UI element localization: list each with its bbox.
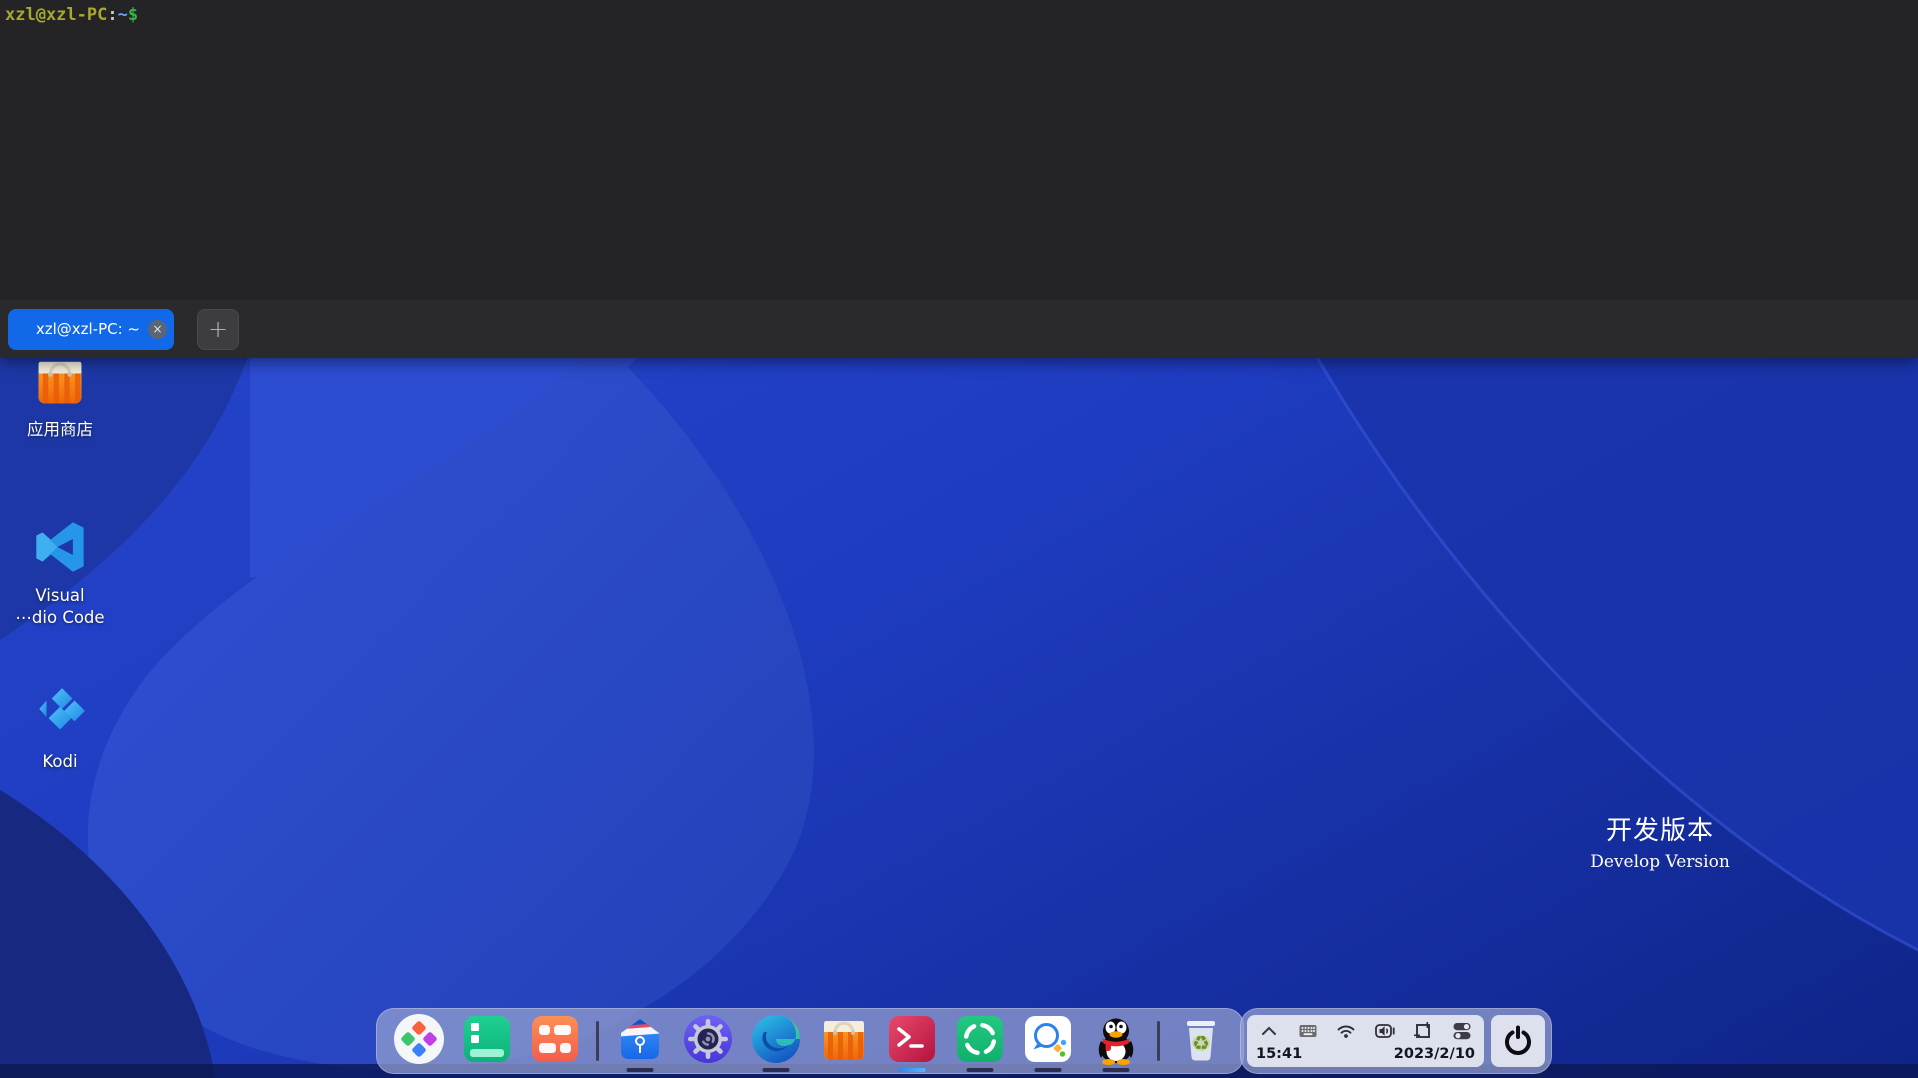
develop-version-subtitle: Develop Version xyxy=(1586,852,1734,872)
desktop-icon-label: 应用商店 xyxy=(27,419,93,440)
desktop-icon-label-line2: ⋯dio Code xyxy=(15,607,104,628)
terminal-tab[interactable]: xzl@xzl-PC: ~ × xyxy=(8,309,174,350)
tab-close-icon[interactable]: × xyxy=(148,320,167,339)
recycle-glyph: ♻ xyxy=(1192,1031,1210,1055)
desktop-icon-label: Kodi xyxy=(42,751,77,772)
qq-icon xyxy=(1089,1012,1143,1066)
tray-date: 2023/2/10 xyxy=(1394,1046,1475,1062)
power-button[interactable] xyxy=(1491,1015,1545,1067)
dock-item-edge-browser[interactable] xyxy=(749,1009,803,1073)
desktop-icon-vscode[interactable]: Visual ⋯dio Code xyxy=(0,518,120,628)
tray-time: 15:41 xyxy=(1256,1046,1302,1062)
develop-version-title: 开发版本 xyxy=(1586,810,1734,847)
develop-version-badge: 开发版本 Develop Version xyxy=(1586,810,1734,872)
running-indicator xyxy=(967,1068,994,1072)
running-indicator xyxy=(1035,1068,1062,1072)
system-switches-icon[interactable] xyxy=(1451,1020,1473,1042)
dock-item-control-center[interactable] xyxy=(681,1009,735,1073)
prompt-path: ~ xyxy=(118,5,128,25)
dock-item-app-updater[interactable] xyxy=(953,1009,1007,1073)
kodi-icon xyxy=(32,686,88,742)
dock-separator xyxy=(596,1021,599,1061)
vscode-icon xyxy=(31,518,89,576)
power-icon xyxy=(1500,1023,1536,1059)
terminal-tab-label: xzl@xzl-PC: ~ xyxy=(36,320,140,338)
trash-icon: ♻ xyxy=(1174,1012,1228,1066)
dock-separator xyxy=(1157,1021,1160,1061)
new-tab-button[interactable]: + xyxy=(197,309,239,350)
running-indicator xyxy=(763,1068,790,1072)
desktop-icon-kodi[interactable]: Kodi xyxy=(0,686,120,772)
dock-item-multitasking-view[interactable] xyxy=(460,1009,514,1073)
system-tray-panel: 15:41 2023/2/10 xyxy=(1247,1015,1484,1067)
terminal-dock-icon xyxy=(885,1012,939,1066)
wecom-icon xyxy=(1021,1012,1075,1066)
dock-item-launcher[interactable] xyxy=(392,1009,446,1073)
prompt-separator: : xyxy=(107,5,117,25)
dock-item-file-manager[interactable] xyxy=(613,1009,667,1073)
app-updater-icon xyxy=(953,1012,1007,1066)
terminal-window: xzl@xzl-PC:~$ xzl@xzl-PC: ~ × + xyxy=(0,0,1918,358)
collapse-arrow-icon[interactable] xyxy=(1258,1020,1280,1042)
running-indicator xyxy=(627,1068,654,1072)
app-store-icon xyxy=(31,352,89,410)
active-indicator xyxy=(899,1068,926,1072)
terminal-tab-bar: xzl@xzl-PC: ~ × + xyxy=(0,300,1918,358)
window-switcher-icon xyxy=(528,1012,582,1066)
prompt-user-host: xzl@xzl-PC xyxy=(5,5,107,25)
desktop-screen: 应用商店 Visual ⋯dio Code Kodi 开发版本 xyxy=(0,0,1918,1078)
dock-item-app-store[interactable] xyxy=(817,1009,871,1073)
file-manager-icon xyxy=(613,1012,667,1066)
prompt-symbol: $ xyxy=(128,5,138,25)
dock-item-wecom[interactable] xyxy=(1021,1009,1075,1073)
system-tray-cluster: 15:41 2023/2/10 xyxy=(1240,1008,1552,1074)
terminal-prompt: xzl@xzl-PC:~$ xyxy=(5,5,138,25)
dock-item-terminal[interactable] xyxy=(885,1009,939,1073)
desktop-icon-app-store[interactable]: 应用商店 xyxy=(0,352,120,440)
running-indicator xyxy=(1103,1068,1130,1072)
dock-item-window-switcher[interactable] xyxy=(528,1009,582,1073)
dock: ♻ xyxy=(376,1008,1244,1074)
wifi-icon[interactable] xyxy=(1335,1020,1357,1042)
dock-item-qq[interactable] xyxy=(1089,1009,1143,1073)
multitasking-view-icon xyxy=(460,1012,514,1066)
tray-datetime-row[interactable]: 15:41 2023/2/10 xyxy=(1256,1043,1475,1065)
launcher-icon xyxy=(392,1012,446,1066)
screen-capture-icon[interactable] xyxy=(1412,1020,1434,1042)
app-store-dock-icon xyxy=(817,1012,871,1066)
edge-browser-icon xyxy=(749,1012,803,1066)
tray-icons-row xyxy=(1256,1019,1475,1043)
terminal-content[interactable]: xzl@xzl-PC:~$ xyxy=(0,0,1918,300)
desktop-icon-label-line1: Visual xyxy=(35,585,84,606)
control-center-gear-icon xyxy=(681,1012,735,1066)
keyboard-layout-icon[interactable] xyxy=(1297,1020,1319,1042)
volume-icon[interactable] xyxy=(1374,1020,1396,1042)
dock-item-trash[interactable]: ♻ xyxy=(1174,1009,1228,1073)
